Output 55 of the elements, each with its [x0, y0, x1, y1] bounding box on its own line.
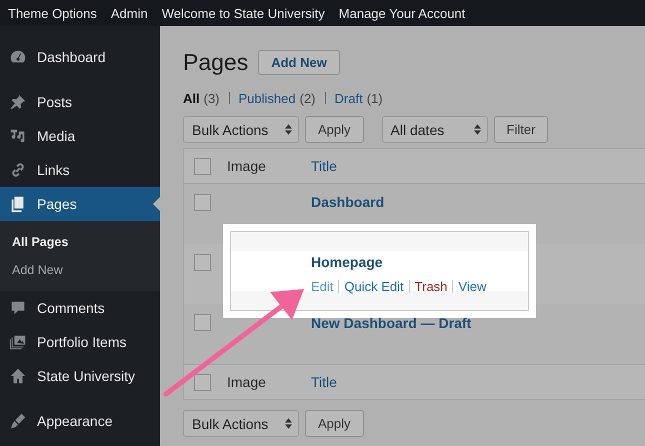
- row-action-link[interactable]: View: [458, 279, 486, 294]
- pin-icon: [9, 93, 27, 111]
- page-title-link[interactable]: Homepage: [311, 254, 383, 270]
- submenu-item[interactable]: All Pages: [0, 228, 160, 256]
- checkbox[interactable]: [194, 314, 211, 331]
- images-icon: [9, 333, 27, 351]
- column-header: Image: [227, 374, 267, 390]
- bulk-actions-select[interactable]: Bulk Actions: [183, 116, 299, 143]
- sidebar-item[interactable]: State University: [0, 359, 160, 393]
- top-bar-link[interactable]: Theme Options: [8, 6, 97, 20]
- house-icon: [9, 367, 27, 385]
- column-header[interactable]: Title: [311, 374, 337, 390]
- page-title-link[interactable]: New Dashboard — Draft: [311, 315, 472, 331]
- filter-count: (1): [366, 90, 383, 106]
- page-title: Pages: [183, 48, 248, 76]
- updown-arrows-icon: [285, 418, 292, 429]
- row-action-link[interactable]: Quick Edit: [344, 279, 404, 294]
- checkbox[interactable]: [194, 158, 211, 174]
- filter-count: (3): [204, 90, 220, 106]
- column-header: Image: [227, 158, 267, 174]
- column-header[interactable]: Title: [311, 158, 337, 174]
- link-icon: [9, 161, 27, 179]
- bulk-actions-select[interactable]: Bulk Actions: [183, 410, 299, 437]
- brush-icon: [9, 412, 27, 430]
- sidebar-item[interactable]: Links: [0, 153, 160, 187]
- media-icon: [9, 127, 27, 145]
- updown-arrows-icon: [474, 124, 481, 135]
- top-bar-link[interactable]: Welcome to State University: [162, 6, 325, 20]
- checkbox[interactable]: [194, 194, 211, 211]
- filter-link[interactable]: Draft: [334, 90, 363, 106]
- add-new-button[interactable]: Add New: [258, 50, 340, 74]
- filter-count: (2): [300, 90, 316, 106]
- sidebar-item[interactable]: Media: [0, 119, 160, 153]
- sidebar-item[interactable]: Portfolio Items: [0, 325, 160, 359]
- apply-button[interactable]: Apply: [305, 116, 364, 143]
- speech-bubble-icon: [9, 299, 27, 317]
- checkbox[interactable]: [194, 254, 211, 271]
- dates-select[interactable]: All dates: [382, 116, 488, 143]
- sidebar-item[interactable]: Dashboard: [0, 40, 160, 74]
- filter-button[interactable]: Filter: [494, 116, 548, 143]
- selection-pointer: [153, 197, 160, 211]
- sidebar-item[interactable]: Pages: [0, 187, 160, 221]
- sidebar-item[interactable]: Comments: [0, 291, 160, 325]
- filter-link[interactable]: Published: [238, 90, 296, 106]
- page-title-link[interactable]: Dashboard: [311, 194, 384, 210]
- apply-button[interactable]: Apply: [305, 410, 364, 437]
- submenu-item[interactable]: Add New: [0, 256, 160, 284]
- sidebar-item[interactable]: Appearance: [0, 404, 160, 438]
- top-bar-link[interactable]: Manage Your Account: [338, 6, 466, 20]
- updown-arrows-icon: [285, 124, 292, 135]
- top-bar-link[interactable]: Admin: [110, 6, 148, 20]
- row-action-link[interactable]: Trash: [414, 279, 448, 294]
- sidebar-item[interactable]: Posts: [0, 85, 160, 119]
- filter-link[interactable]: All: [183, 90, 200, 106]
- checkbox[interactable]: [194, 374, 211, 390]
